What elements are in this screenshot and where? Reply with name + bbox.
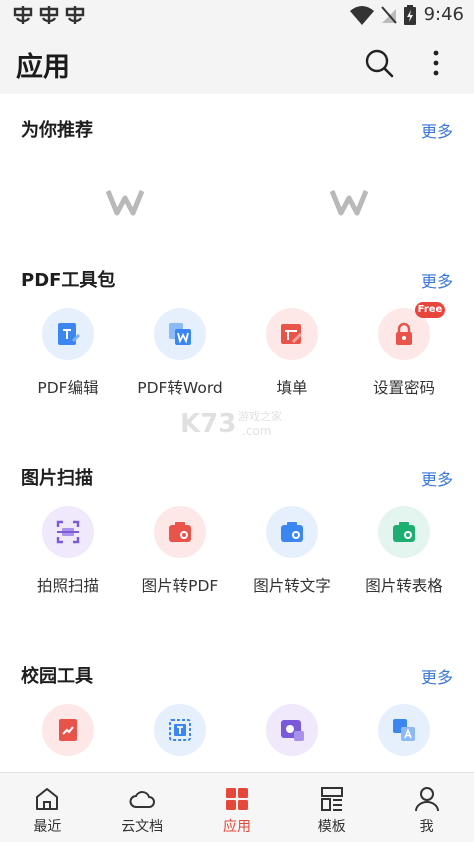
section-title-image-scan: 图片扫描 [21,468,93,489]
text-extract-icon [154,704,206,756]
photo-translate-icon [266,704,318,756]
tool-campus-2[interactable] [125,704,235,772]
nav-me[interactable]: 我 [379,773,474,842]
fill-form-icon [266,308,318,360]
tool-label: PDF编辑 [37,379,99,397]
tool-campus-4[interactable] [349,704,459,772]
apps-grid-icon [225,788,248,810]
wifi-icon [349,5,374,25]
tool-pdf-edit[interactable]: PDF编辑 [13,308,123,428]
tool-label: 填单 [276,379,308,397]
status-bar: 9:46 [0,0,474,32]
nav-label: 应用 [222,819,251,835]
tool-campus-3[interactable] [237,704,347,772]
nav-label: 最近 [33,819,62,835]
bug-notification-icon [65,6,85,24]
tool-image-to-table[interactable]: 图片转表格 [349,506,459,626]
apps-content: 为你推荐 更多 PDF工具包 更多 PDF编辑 PDF转Word 填单 设置密码… [0,94,474,772]
status-time: 9:46 [423,4,464,25]
section-title-recommended: 为你推荐 [21,120,93,141]
scan-icon [42,506,94,558]
svg-text:K73: K73 [180,409,236,439]
translate-icon [378,704,430,756]
nav-cloud-docs[interactable]: 云文档 [95,773,190,842]
k73-watermark-logo: K73 游戏之家 .com [180,409,282,439]
image-to-table-icon [378,506,430,558]
tool-label: 图片转文字 [253,577,331,595]
section-title-campus-tools: 校园工具 [21,666,93,687]
tool-image-to-text[interactable]: 图片转文字 [237,506,347,626]
handwriting-icon [42,704,94,756]
svg-text:游戏之家: 游戏之家 [238,409,282,423]
more-link-campus-tools[interactable]: 更多 [421,664,453,688]
tool-label: 设置密码 [372,379,435,397]
app-logo-placeholder-icon[interactable] [330,188,368,216]
more-options-icon[interactable] [424,46,448,80]
tool-label: 图片转表格 [365,577,443,595]
home-icon [36,788,59,810]
template-icon [320,787,343,811]
cloud-icon [129,791,156,808]
app-logo-placeholder-icon[interactable] [106,188,144,216]
search-icon[interactable] [362,46,396,80]
app-header: 应用 [0,32,474,94]
free-badge: Free [415,302,445,318]
image-to-text-icon [266,506,318,558]
nav-label: 模板 [317,819,346,835]
system-status: 9:46 [349,4,464,25]
nav-templates[interactable]: 模板 [284,773,379,842]
bug-notification-icon [13,6,33,24]
more-link-pdf-tools[interactable]: 更多 [421,268,453,292]
nav-label: 云文档 [121,819,164,835]
nav-recent[interactable]: 最近 [0,773,95,842]
nav-apps[interactable]: 应用 [190,773,285,842]
page-title: 应用 [16,52,70,83]
tool-label: PDF转Word [137,379,223,397]
tool-set-password[interactable]: 设置密码 [349,308,459,428]
battery-icon [403,4,416,25]
more-link-image-scan[interactable]: 更多 [421,466,453,490]
tool-image-to-pdf[interactable]: 图片转PDF [125,506,235,626]
svg-text:.com: .com [242,424,271,438]
tool-campus-1[interactable] [13,704,123,772]
nav-label: 我 [419,819,434,835]
bottom-navigation: 最近 云文档 应用 模板 我 [0,772,474,842]
no-signal-icon [380,5,397,24]
profile-icon [414,787,439,812]
pdf-to-word-icon [154,308,206,360]
tool-label: 图片转PDF [141,577,219,595]
image-to-pdf-icon [154,506,206,558]
pdf-edit-icon [42,308,94,360]
tool-photo-scan[interactable]: 拍照扫描 [13,506,123,626]
more-link-recommended[interactable]: 更多 [421,118,453,142]
notification-icons [12,4,86,26]
tool-label: 拍照扫描 [36,577,99,595]
section-title-pdf-tools: PDF工具包 [21,270,116,291]
bug-notification-icon [39,6,59,24]
